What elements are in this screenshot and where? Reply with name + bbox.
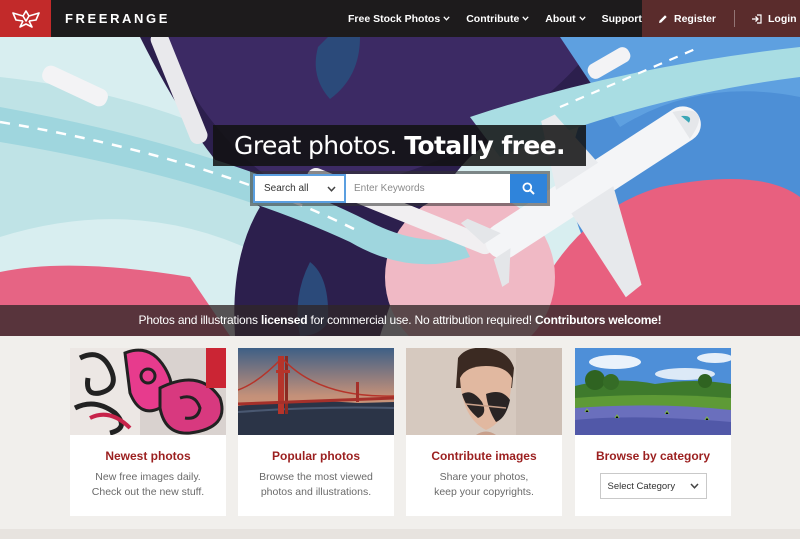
card-description: Share your photos, keep your copyrights. xyxy=(406,470,562,500)
license-ribbon: Photos and illustrations licensed for co… xyxy=(0,305,800,336)
card-desc-line-1: Browse the most viewed xyxy=(259,471,373,483)
register-label: Register xyxy=(674,12,717,25)
card-description: Browse the most viewed photos and illust… xyxy=(238,470,394,500)
chevron-down-icon xyxy=(578,16,586,21)
card-browse-by-category[interactable]: Browse by category Select Category xyxy=(575,348,731,516)
home-logo-link[interactable] xyxy=(0,0,51,37)
card-popular-photos[interactable]: Popular photos Browse the most viewed ph… xyxy=(238,348,394,516)
nav-label: About xyxy=(545,12,576,25)
nav-about[interactable]: About xyxy=(545,12,586,25)
sign-in-icon xyxy=(752,13,762,24)
card-desc-line-2: Check out the new stuff. xyxy=(91,486,205,498)
card-desc-line-2: keep your copyrights. xyxy=(434,486,534,498)
brand-name[interactable]: FREERANGE xyxy=(65,0,170,37)
nav-contribute[interactable]: Contribute xyxy=(466,13,529,25)
headline-bold: Totally free. xyxy=(404,131,565,160)
nav-label: Free Stock Photos xyxy=(348,12,441,25)
nav-label: Contribute xyxy=(466,12,520,25)
card-desc-line-1: New free images daily. xyxy=(95,471,201,483)
freerange-bird-logo-icon xyxy=(11,9,40,28)
chevron-down-icon xyxy=(327,185,336,192)
feature-cards: Newest photos New free images daily. Che… xyxy=(0,336,800,539)
card-contribute-images[interactable]: Contribute images Share your photos, kee… xyxy=(406,348,562,516)
hero-banner: Great photos. Totally free. Search all P… xyxy=(0,37,800,336)
main-navigation: Free Stock Photos Contribute About Suppo… xyxy=(348,0,668,37)
account-actions: Register Login xyxy=(642,0,800,37)
chevron-down-icon xyxy=(443,16,450,21)
nav-label: Support xyxy=(601,12,642,25)
magnifier-icon xyxy=(522,182,535,195)
golden-gate-thumbnail xyxy=(238,348,394,435)
card-title[interactable]: Popular photos xyxy=(238,449,394,463)
card-desc-line-2: photos and illustrations. xyxy=(260,486,372,498)
graffiti-thumbnail xyxy=(70,348,226,435)
search-scope-select[interactable]: Search all xyxy=(253,174,346,203)
register-button[interactable]: Register xyxy=(658,13,716,25)
search-bar: Search all xyxy=(250,171,550,206)
card-description: New free images daily. Check out the new… xyxy=(70,470,226,500)
search-button[interactable] xyxy=(510,174,547,203)
card-desc-line-1: Share your photos, xyxy=(439,471,529,483)
search-scope-value: Search all xyxy=(264,183,309,194)
category-select-value: Select Category xyxy=(607,480,676,492)
chevron-down-icon xyxy=(689,483,699,489)
nav-free-stock-photos[interactable]: Free Stock Photos xyxy=(348,13,450,25)
card-newest-photos[interactable]: Newest photos New free images daily. Che… xyxy=(70,348,226,516)
login-button[interactable]: Login xyxy=(751,13,797,25)
card-title[interactable]: Browse by category xyxy=(575,449,731,463)
card-title[interactable]: Newest photos xyxy=(70,449,226,463)
hero-headline: Great photos. Totally free. xyxy=(213,125,586,166)
ribbon-contributors-link[interactable]: Contributors welcome! xyxy=(535,313,662,327)
auth-divider xyxy=(734,10,736,27)
top-navigation-bar: FREERANGE Free Stock Photos Contribute A… xyxy=(0,0,800,37)
ribbon-text-2: for commercial use. No attribution requi… xyxy=(307,313,535,327)
ribbon-text-1: Photos and illustrations xyxy=(138,313,261,327)
card-title[interactable]: Contribute images xyxy=(406,449,562,463)
search-input[interactable] xyxy=(346,174,510,203)
ribbon-licensed-link[interactable]: licensed xyxy=(261,313,308,327)
chevron-down-icon xyxy=(522,16,529,21)
login-label: Login xyxy=(768,12,797,25)
category-select[interactable]: Select Category xyxy=(599,473,707,499)
painted-face-thumbnail xyxy=(406,348,562,435)
page: FREERANGE Free Stock Photos Contribute A… xyxy=(0,0,800,539)
headline-regular: Great photos. xyxy=(234,131,397,160)
pencil-icon xyxy=(659,14,667,23)
footer-strip xyxy=(0,529,800,539)
flower-meadow-thumbnail xyxy=(575,348,731,435)
